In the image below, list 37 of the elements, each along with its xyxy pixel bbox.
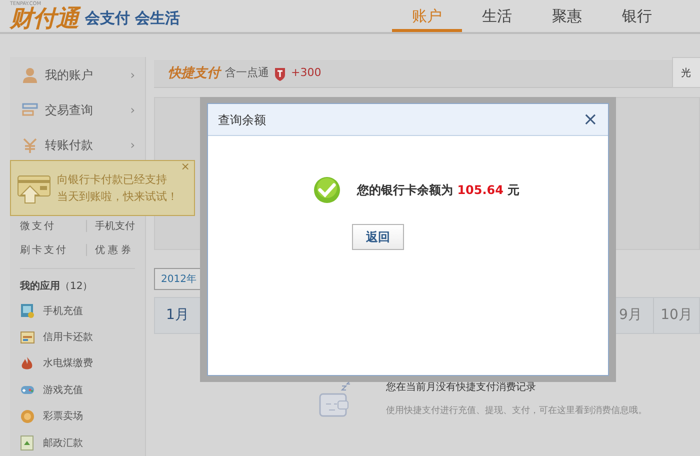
empty-hint: 使用快捷支付进行充值、提现、支付，可在这里看到消费信息哦。 — [386, 405, 647, 418]
app-link[interactable]: 彩票卖场 — [43, 409, 83, 424]
sidebar-item[interactable]: 交易查询 › — [20, 92, 135, 127]
nav-tab[interactable]: 聚惠 — [532, 0, 602, 32]
sidebar-item[interactable]: 我的账户 › — [20, 57, 135, 92]
tooltip-text: 向银行卡付款已经支持 当天到账啦，快来试试！ — [57, 172, 178, 205]
brand-note: 含一点通 — [225, 65, 269, 82]
app-link[interactable]: 邮政汇款 — [43, 436, 83, 451]
close-button[interactable]: × — [582, 110, 598, 128]
dialog-title: 查询余额 — [218, 112, 266, 128]
sidebar-label: 交易查询 — [45, 102, 93, 118]
brand-logo: 快捷支付 — [168, 64, 220, 83]
chevron-icon: › — [130, 136, 135, 154]
back-button[interactable]: 返回 — [352, 224, 404, 250]
sidebar-link[interactable]: 优惠券 — [95, 242, 134, 258]
app-count: （12） — [60, 281, 93, 292]
app-link[interactable]: 游戏充值 — [43, 382, 83, 398]
side-tab[interactable]: 光 — [672, 57, 700, 88]
app-link[interactable]: 手机充值 — [43, 304, 83, 319]
nav-tab[interactable]: 生活 — [462, 0, 532, 32]
sidebar-label: 我的账户 — [45, 66, 93, 84]
sidebar-label: 转账付款 — [45, 136, 93, 154]
slogan: 会支付 会生活 — [85, 8, 180, 29]
balance-message: 您的银行卡余额为 105.64 元 — [357, 182, 520, 199]
bonus-points: +300 — [291, 65, 322, 82]
sidebar-link[interactable]: 微支付 — [20, 218, 86, 234]
app-link[interactable]: 水电煤缴费 — [43, 356, 93, 372]
nav-tab[interactable]: 银行 — [602, 0, 672, 32]
sidebar-link[interactable]: 刷卡支付 — [20, 242, 86, 258]
chevron-icon: › — [130, 100, 135, 118]
sidebar-link[interactable]: 手机支付 — [95, 218, 135, 234]
sidebar-item[interactable]: 转账付款 › — [20, 127, 135, 162]
app-link[interactable]: 信用卡还款 — [43, 330, 93, 346]
empty-title: 您在当前月没有快捷支付消费记录 — [386, 381, 537, 395]
section-title: 我的应用 — [20, 281, 60, 292]
chevron-icon: › — [130, 66, 135, 84]
month-tab[interactable]: 10月 — [653, 298, 699, 333]
